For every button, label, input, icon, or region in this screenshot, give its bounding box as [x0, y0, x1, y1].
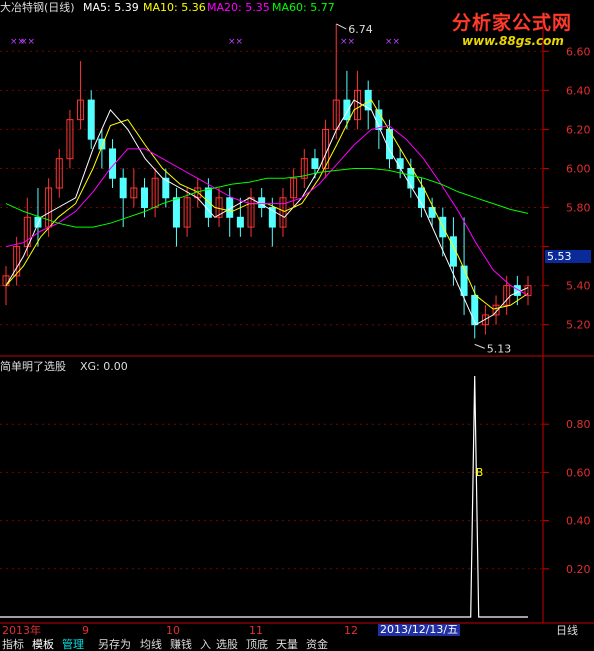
tab-9[interactable]: 天量: [274, 639, 302, 651]
logo-title: 分析家公式网: [452, 12, 573, 34]
low-annotation-pointer: [474, 343, 485, 349]
period-label[interactable]: 日线: [556, 625, 578, 637]
tab-2[interactable]: 管理: [60, 639, 94, 651]
ma20-label: MA20: 5.35: [207, 1, 270, 14]
tab-3[interactable]: 另存为: [96, 639, 136, 651]
chart-canvas: 6.60 6.40 6.20 6.00 5.80 5.40 5.20 6.74 5.13 ×× ××…: [0, 14, 594, 624]
signal-marker: ××: [385, 37, 400, 47]
indicator-tick-label: 0.40: [566, 515, 591, 528]
ma10-label: MA10: 5.36: [143, 1, 206, 14]
candle-body: [471, 294, 479, 326]
tab-1[interactable]: 模板: [30, 639, 58, 651]
high-annotation-pointer: [336, 23, 347, 30]
tab-7[interactable]: 选股: [214, 639, 242, 651]
signal-marker: ××: [340, 37, 355, 47]
ma-line-ma10: [5, 99, 529, 310]
date-label-11: 11: [249, 624, 263, 637]
price-tick-label: 6.40: [566, 84, 591, 97]
cursor-date: 2013/12/13/五: [378, 623, 461, 636]
high-annotation-label: 6.74: [348, 23, 373, 36]
buy-signal-label: B: [476, 466, 484, 479]
tab-4[interactable]: 均线: [138, 639, 166, 651]
stock-title: 大冶特钢(日线): [0, 1, 75, 14]
logo-url: www.88gs.com: [462, 34, 564, 48]
ma-line-ma20: [5, 124, 529, 296]
xg-label: XG: 0.00: [80, 360, 128, 373]
price-tick-label: 5.20: [566, 319, 591, 332]
tab-6[interactable]: 入: [198, 639, 212, 651]
indicator-tick-label: 0.60: [566, 466, 591, 479]
candle-body: [119, 177, 127, 199]
tab-10[interactable]: 资金: [304, 639, 332, 651]
date-label-9: 9: [82, 624, 89, 637]
ma5-label: MA5: 5.39: [83, 1, 139, 14]
candle-body: [311, 158, 319, 169]
date-label-2013: 2013年: [2, 624, 41, 637]
signal-marker: ××: [228, 37, 243, 47]
date-label-12: 12: [344, 624, 358, 637]
indicator-title: 简单明了选股: [0, 360, 66, 373]
signal-marker: ××: [20, 37, 35, 47]
ma60-label: MA60: 5.77: [272, 1, 335, 14]
low-annotation-label: 5.13: [487, 342, 512, 355]
date-label-10: 10: [166, 624, 180, 637]
indicator-tick-label: 0.20: [566, 563, 591, 576]
price-tick-label: 6.60: [566, 45, 591, 58]
candle-body: [140, 187, 148, 209]
tab-0[interactable]: 指标: [0, 639, 28, 651]
ma-line-ma5: [5, 99, 529, 326]
candle-body: [172, 197, 180, 228]
tab-8[interactable]: 顶底: [244, 639, 272, 651]
tab-5[interactable]: 赚钱: [168, 639, 196, 651]
candle-body: [460, 265, 468, 296]
xg-line: [0, 375, 528, 618]
candle-body: [343, 99, 351, 121]
price-tick-label: 6.00: [566, 162, 591, 175]
current-price-tag: 5.53: [545, 250, 591, 263]
candle-body: [236, 216, 244, 228]
price-tick-label: 5.80: [566, 202, 591, 215]
candle-body: [87, 99, 95, 140]
price-tick-label: 6.20: [566, 123, 591, 136]
indicator-tick-label: 0.80: [566, 418, 591, 431]
price-tick-label: 5.40: [566, 280, 591, 293]
